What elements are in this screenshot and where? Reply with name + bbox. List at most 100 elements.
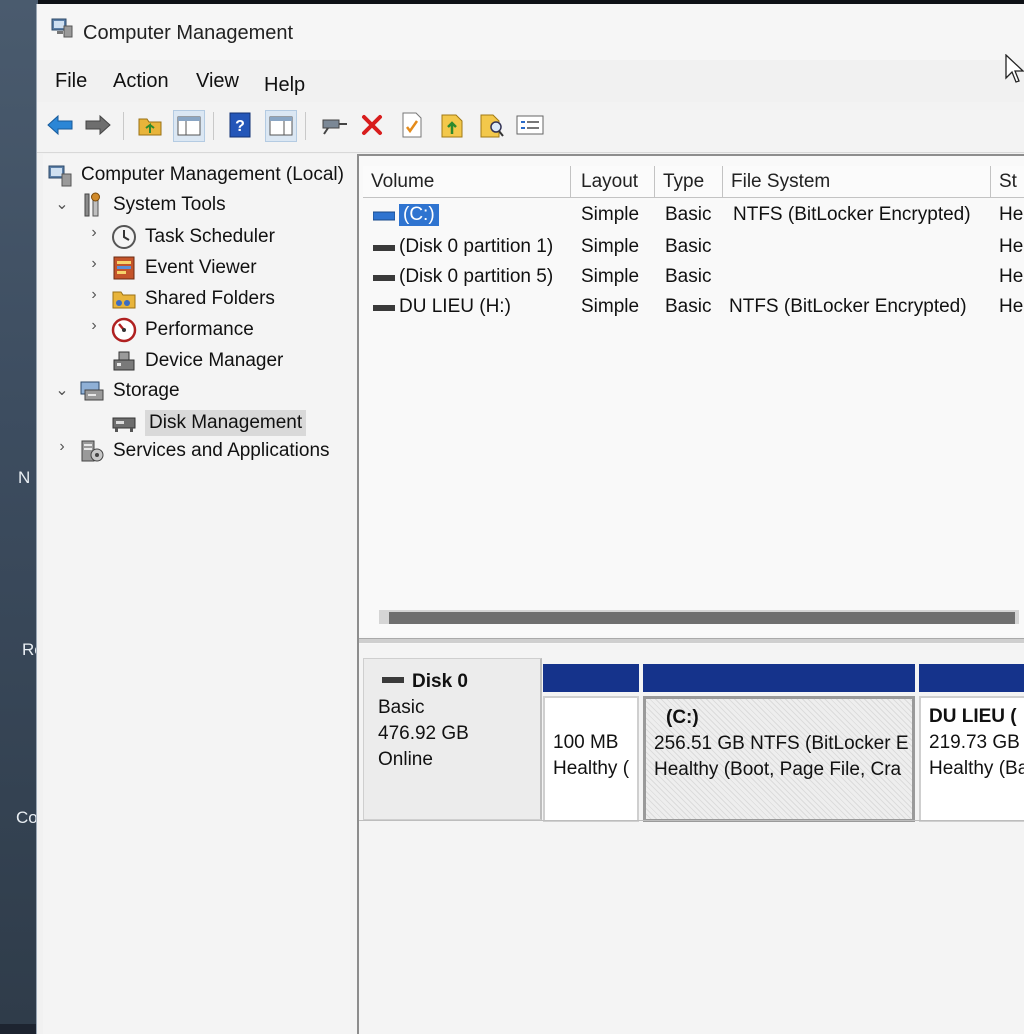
volume-type: Basic (665, 296, 712, 317)
tree-label: Device Manager (145, 350, 284, 371)
import-icon[interactable] (437, 110, 467, 140)
properties-icon[interactable] (397, 110, 427, 140)
partition-du-lieu[interactable]: DU LIEU ( 219.73 GB N Healthy (Ba (919, 664, 1024, 822)
partition-status: Healthy (Ba (929, 758, 1024, 779)
disk-layout-panel: Disk 0 Basic 476.92 GB Online 100 MB Hea… (359, 644, 1024, 1034)
show-hide-tree-icon[interactable] (173, 110, 205, 142)
connect-icon[interactable] (319, 110, 349, 140)
volume-row[interactable]: (C:) Simple Basic NTFS (BitLocker Encryp… (359, 202, 1024, 230)
partition-bar (919, 664, 1024, 692)
collapse-chevron-icon[interactable]: ⌄ (55, 380, 69, 400)
help-icon[interactable]: ? (225, 110, 255, 140)
tree-item-task-scheduler[interactable]: Task Scheduler (111, 222, 275, 252)
scrollbar-thumb[interactable] (389, 612, 1015, 624)
disk-divider (359, 820, 1024, 821)
tree-item-performance[interactable]: Performance (111, 315, 254, 345)
column-header-volume[interactable]: Volume (363, 166, 571, 198)
forward-arrow-icon[interactable] (83, 110, 113, 140)
disk-management-icon (111, 410, 137, 436)
svg-text:?: ? (235, 118, 245, 135)
volume-type: Basic (665, 266, 712, 287)
delete-icon[interactable] (357, 110, 387, 140)
partition-title: (C:) (666, 707, 699, 728)
tree-label: Services and Applications (113, 440, 330, 461)
column-header-status[interactable]: St (991, 166, 1024, 198)
tree-label: Storage (113, 380, 180, 401)
computer-management-window: Computer Management File Action View Hel… (36, 4, 1024, 1034)
volume-layout: Simple (581, 266, 640, 287)
tree-label: Shared Folders (145, 288, 275, 309)
partition-body: (C:) 256.51 GB NTFS (BitLocker E Healthy… (643, 696, 915, 822)
volume-status: He (999, 296, 1024, 317)
tree-label: Event Viewer (145, 257, 257, 278)
collapse-chevron-icon[interactable]: ⌄ (55, 194, 69, 214)
disk-type: Basic (378, 697, 425, 718)
expand-chevron-icon[interactable]: › (87, 286, 101, 304)
volume-file-system: NTFS (BitLocker Encrypted) (733, 204, 971, 225)
tree-item-event-viewer[interactable]: Event Viewer (111, 253, 257, 283)
show-action-pane-icon[interactable] (265, 110, 297, 142)
partition-size: 219.73 GB N (929, 732, 1024, 753)
volume-drive-icon (373, 211, 395, 221)
desktop-background: N Re Cor (0, 0, 44, 1024)
volume-type: Basic (665, 204, 712, 225)
up-folder-icon[interactable] (135, 110, 165, 140)
volume-name: (Disk 0 partition 5) (399, 266, 554, 287)
shared-folder-icon (111, 286, 137, 312)
column-header-type[interactable]: Type (655, 166, 723, 198)
expand-chevron-icon[interactable]: › (87, 255, 101, 273)
volume-list: Volume Layout Type File System St (C:) S… (359, 154, 1024, 636)
partition-title: DU LIEU ( (929, 706, 1017, 727)
volume-row[interactable]: (Disk 0 partition 5) Simple Basic He (359, 264, 1024, 292)
disk-icon (382, 677, 404, 683)
partition-bar (643, 664, 915, 692)
volume-layout: Simple (581, 296, 640, 317)
find-icon[interactable] (477, 110, 507, 140)
navigation-tree: Computer Management (Local) ⌄ System Too… (43, 154, 359, 1034)
tree-item-services-and-applications[interactable]: Services and Applications (79, 436, 330, 466)
partition-c-drive[interactable]: (C:) 256.51 GB NTFS (BitLocker E Healthy… (643, 664, 915, 822)
tree-label: Task Scheduler (145, 226, 275, 247)
title-bar: Computer Management (37, 4, 1024, 83)
back-arrow-icon[interactable] (45, 110, 75, 140)
tree-label: Performance (145, 319, 254, 340)
column-header-layout[interactable]: Layout (571, 166, 655, 198)
volume-drive-icon (373, 275, 395, 281)
disk-info[interactable]: Disk 0 Basic 476.92 GB Online (363, 658, 542, 820)
view-list-icon[interactable] (515, 110, 545, 140)
menu-action[interactable]: Action (109, 70, 173, 93)
volume-layout: Simple (581, 204, 640, 225)
partition-size: 256.51 GB NTFS (BitLocker E (654, 733, 909, 754)
menu-file[interactable]: File (51, 70, 91, 93)
column-header-file-system[interactable]: File System (723, 166, 991, 198)
tree-item-disk-management[interactable]: Disk Management (111, 408, 307, 438)
menu-view[interactable]: View (192, 70, 243, 93)
tree-item-shared-folders[interactable]: Shared Folders (111, 284, 275, 314)
volume-status: He (999, 204, 1024, 225)
expand-chevron-icon[interactable]: › (87, 317, 101, 335)
tree-label: System Tools (113, 194, 226, 215)
volume-row[interactable]: (Disk 0 partition 1) Simple Basic He (359, 234, 1024, 262)
partition-body: 100 MB Healthy ( (543, 696, 639, 822)
menu-help[interactable]: Help (260, 74, 309, 97)
tree-item-computer-management[interactable]: Computer Management (Local) (47, 160, 344, 190)
services-icon (79, 438, 105, 464)
tree-item-system-tools[interactable]: System Tools (79, 190, 226, 220)
expand-chevron-icon[interactable]: › (87, 224, 101, 242)
volume-name: (C:) (399, 204, 439, 226)
partition-recovery[interactable]: 100 MB Healthy ( (543, 664, 639, 822)
pane-splitter[interactable] (359, 638, 1024, 643)
toolbar: ? (37, 102, 1024, 153)
event-viewer-icon (111, 255, 137, 281)
details-area: Volume Layout Type File System St (C:) S… (359, 154, 1024, 1034)
volume-drive-icon (373, 305, 395, 311)
partition-status: Healthy ( (553, 758, 630, 779)
device-manager-icon (111, 348, 137, 374)
tree-item-storage[interactable]: Storage (79, 376, 180, 406)
menu-bar: File Action View Help (37, 62, 1024, 98)
volume-row[interactable]: DU LIEU (H:) Simple Basic NTFS (BitLocke… (359, 294, 1024, 322)
volume-name: DU LIEU (H:) (399, 296, 511, 317)
tree-item-device-manager[interactable]: Device Manager (111, 346, 283, 376)
volume-status: He (999, 236, 1024, 257)
expand-chevron-icon[interactable]: › (55, 438, 69, 456)
